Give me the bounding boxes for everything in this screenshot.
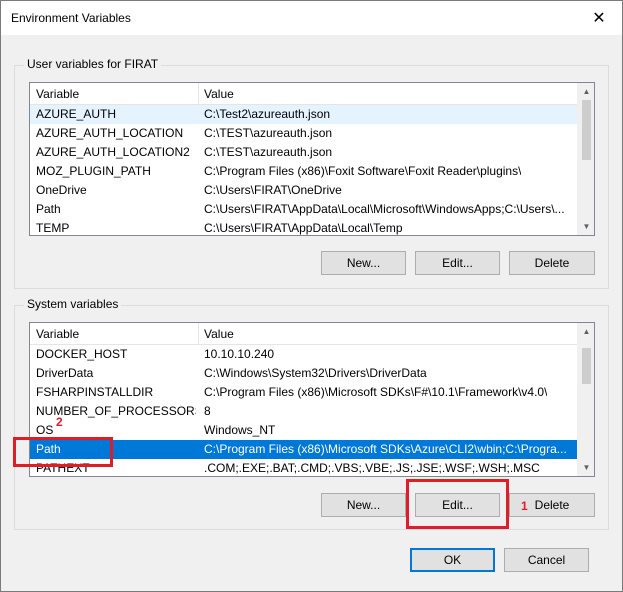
system-variables-scrollbar[interactable]: ▲ ▼ (577, 323, 594, 476)
table-row[interactable]: AZURE_AUTH_LOCATION2 C:\TEST\azureauth.js… (30, 143, 578, 162)
annotation-box-path-row (13, 437, 113, 467)
variable-value-cell: C:\Windows\System32\Drivers\DriverData (204, 366, 427, 380)
annotation-number-1: 1 (521, 499, 528, 513)
variable-name-cell: DOCKER_HOST (36, 347, 128, 361)
variable-value-cell: 8 (204, 404, 211, 418)
table-row[interactable]: AZURE_AUTH C:\Test2\azureauth.json (30, 105, 578, 124)
variable-value-cell: C:\TEST\azureauth.json (204, 126, 333, 140)
variable-name-cell: AZURE_AUTH (36, 107, 117, 121)
environment-variables-dialog: Environment Variables ✕ User variables f… (0, 0, 623, 592)
system-variables-list[interactable]: Variable Value DOCKER_HOST 10.10.10.240 Dr… (29, 322, 595, 477)
variable-name-cell: Path (36, 202, 61, 216)
cancel-button[interactable]: Cancel (504, 548, 589, 572)
user-variables-group: User variables for FIRAT Variable Value … (14, 57, 609, 289)
annotation-box-edit-button (406, 479, 509, 529)
annotation-number-2: 2 (56, 415, 63, 429)
variable-value-cell: .COM;.EXE;.BAT;.CMD;.VBS;.VBE;.JS;.JSE;.… (204, 461, 540, 475)
variable-name-cell: FSHARPINSTALLDIR (36, 385, 154, 399)
scroll-down-icon[interactable]: ▼ (578, 459, 594, 476)
variable-value-cell: C:\Users\FIRAT\OneDrive (204, 183, 342, 197)
user-variables-list[interactable]: Variable Value AZURE_AUTH C:\Test2\azurea… (29, 82, 595, 236)
user-variables-header: Variable Value (30, 83, 594, 105)
table-row[interactable]: DOCKER_HOST 10.10.10.240 (30, 345, 578, 364)
table-row[interactable]: NUMBER_OF_PROCESSORS 8 (30, 402, 578, 421)
table-row[interactable]: DriverData C:\Windows\System32\Drivers\Dr… (30, 364, 578, 383)
table-row[interactable]: OneDrive C:\Users\FIRAT\OneDrive (30, 181, 578, 200)
scroll-thumb[interactable] (582, 100, 591, 160)
column-header-variable[interactable]: Variable (30, 323, 198, 345)
user-variables-scrollbar[interactable]: ▲ ▼ (577, 83, 594, 235)
scroll-up-icon[interactable]: ▲ (578, 83, 594, 100)
user-delete-button[interactable]: Delete (509, 251, 595, 275)
column-header-variable[interactable]: Variable (30, 83, 198, 105)
table-row[interactable]: Path C:\Users\FIRAT\AppData\Local\Microso… (30, 200, 578, 219)
scroll-up-icon[interactable]: ▲ (578, 323, 594, 340)
ok-button[interactable]: OK (410, 548, 495, 572)
user-edit-button[interactable]: Edit... (415, 251, 500, 275)
column-header-value[interactable]: Value (198, 323, 578, 345)
table-row[interactable]: FSHARPINSTALLDIR C:\Program Files (x86)\M… (30, 383, 578, 402)
title-bar: Environment Variables ✕ (1, 1, 622, 35)
variable-value-cell: C:\Program Files (x86)\Microsoft SDKs\Az… (204, 442, 567, 456)
system-variables-group: System variables Variable Value DOCKER_H… (14, 297, 609, 530)
system-variables-label: System variables (24, 297, 122, 311)
variable-name-cell: AZURE_AUTH_LOCATION (36, 126, 184, 140)
variable-value-cell: C:\Program Files (x86)\Foxit Software\Fo… (204, 164, 522, 178)
dialog-title: Environment Variables (11, 11, 131, 25)
variable-name-cell: DriverData (36, 366, 94, 380)
user-variables-label: User variables for FIRAT (24, 57, 162, 71)
variable-value-cell: C:\Test2\azureauth.json (204, 107, 331, 121)
variable-value-cell: Windows_NT (204, 423, 276, 437)
column-header-value[interactable]: Value (198, 83, 578, 105)
variable-name-cell: OneDrive (36, 183, 87, 197)
scroll-down-icon[interactable]: ▼ (578, 218, 594, 235)
table-row[interactable]: TEMP C:\Users\FIRAT\AppData\Local\Temp (30, 219, 578, 235)
variable-value-cell: C:\Users\FIRAT\AppData\Local\Temp (204, 221, 403, 235)
variable-value-cell: 10.10.10.240 (204, 347, 275, 361)
variable-name-cell: TEMP (36, 221, 70, 235)
variable-value-cell: C:\TEST\azureauth.json (204, 145, 333, 159)
table-row[interactable]: MOZ_PLUGIN_PATH C:\Program Files (x86)\Fo… (30, 162, 578, 181)
table-row[interactable]: AZURE_AUTH_LOCATION C:\TEST\azureauth.jso… (30, 124, 578, 143)
variable-value-cell: C:\Program Files (x86)\Microsoft SDKs\F#… (204, 385, 548, 399)
system-new-button[interactable]: New... (321, 493, 406, 517)
close-icon: ✕ (592, 10, 606, 27)
system-variables-header: Variable Value (30, 323, 594, 345)
variable-name-cell: MOZ_PLUGIN_PATH (36, 164, 151, 178)
scroll-thumb[interactable] (582, 348, 591, 384)
variable-name-cell: AZURE_AUTH_LOCATION2 (36, 145, 190, 159)
close-button[interactable]: ✕ (576, 1, 622, 35)
user-new-button[interactable]: New... (321, 251, 406, 275)
variable-value-cell: C:\Users\FIRAT\AppData\Local\Microsoft\W… (204, 202, 565, 216)
